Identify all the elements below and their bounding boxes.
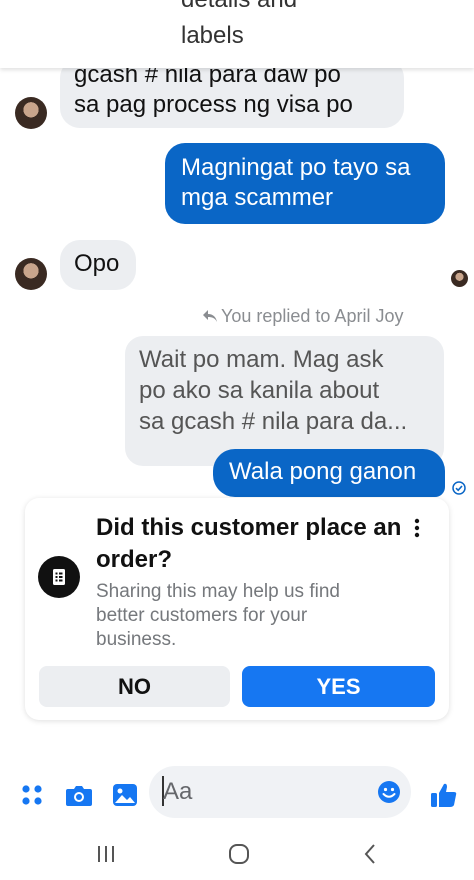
header-line-2: labels <box>181 22 244 49</box>
replied-label-text: You replied to April Joy <box>221 306 404 326</box>
thumbs-up-icon[interactable] <box>430 781 458 809</box>
home-icon[interactable] <box>228 843 250 865</box>
delivered-check-icon <box>452 481 466 495</box>
message-line: sa pag process ng visa po <box>74 91 353 118</box>
quoted-message[interactable]: Wait po mam. Mag ask po ako sa kanila ab… <box>125 336 444 466</box>
incoming-message[interactable]: Opo <box>60 240 136 290</box>
seen-avatar <box>451 270 468 287</box>
replied-label: You replied to April Joy <box>202 306 403 327</box>
outgoing-message[interactable]: Wala pong ganon <box>213 449 445 497</box>
yes-button[interactable]: YES <box>242 666 435 707</box>
contact-avatar[interactable] <box>15 97 47 129</box>
system-navigation-bar <box>0 830 474 880</box>
message-text: Opo <box>74 250 120 277</box>
order-prompt-card: Did this customer place an order? Sharin… <box>25 498 449 720</box>
no-button[interactable]: NO <box>39 666 230 707</box>
message-text: Wala pong ganon <box>229 458 417 485</box>
recent-apps-icon[interactable] <box>96 844 116 864</box>
order-icon <box>38 556 80 598</box>
apps-icon[interactable] <box>21 784 43 806</box>
gallery-icon[interactable] <box>112 783 138 807</box>
incoming-message[interactable]: gcash # nila para daw po sa pag process … <box>60 58 404 128</box>
message-line: mga scammer <box>181 184 334 211</box>
message-input[interactable]: Aa <box>149 766 411 818</box>
quoted-line: po ako sa kanila about <box>139 377 380 404</box>
camera-icon[interactable] <box>65 783 93 807</box>
back-icon[interactable] <box>362 843 378 865</box>
header-line-1: details and <box>181 0 297 14</box>
reply-arrow-icon <box>203 310 217 322</box>
message-input-placeholder: Aa <box>163 778 193 805</box>
quoted-line: Wait po mam. Mag ask <box>139 346 384 373</box>
emoji-icon[interactable] <box>377 780 401 804</box>
message-composer: Aa <box>0 760 474 830</box>
conversation-header: details and labels <box>0 0 474 68</box>
quoted-line: sa gcash # nila para da... <box>139 408 408 435</box>
outgoing-message[interactable]: Magningat po tayo sa mga scammer <box>165 143 445 224</box>
contact-avatar[interactable] <box>15 258 47 290</box>
order-prompt-title: Did this customer place an order? <box>96 514 402 573</box>
more-options-icon[interactable] <box>409 516 425 540</box>
order-prompt-subtitle: Sharing this may help us find better cus… <box>96 581 340 650</box>
message-line: Magningat po tayo sa <box>181 154 411 181</box>
